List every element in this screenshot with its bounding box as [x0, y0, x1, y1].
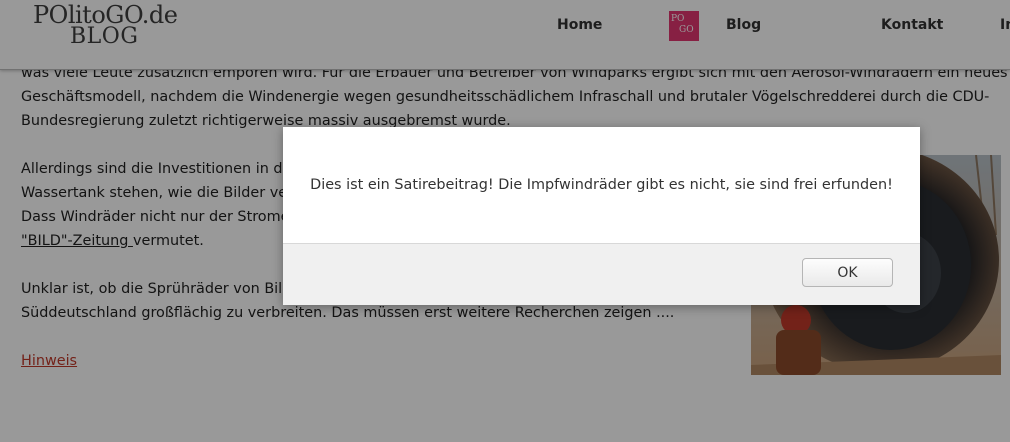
dialog-body: Dies ist ein Satirebeitrag! Die Impfwind… — [283, 127, 920, 243]
dialog-message: Dies ist ein Satirebeitrag! Die Impfwind… — [310, 177, 893, 193]
alert-dialog: Dies ist ein Satirebeitrag! Die Impfwind… — [283, 127, 920, 305]
ok-button[interactable]: OK — [802, 258, 893, 287]
dialog-footer: OK — [283, 243, 920, 305]
